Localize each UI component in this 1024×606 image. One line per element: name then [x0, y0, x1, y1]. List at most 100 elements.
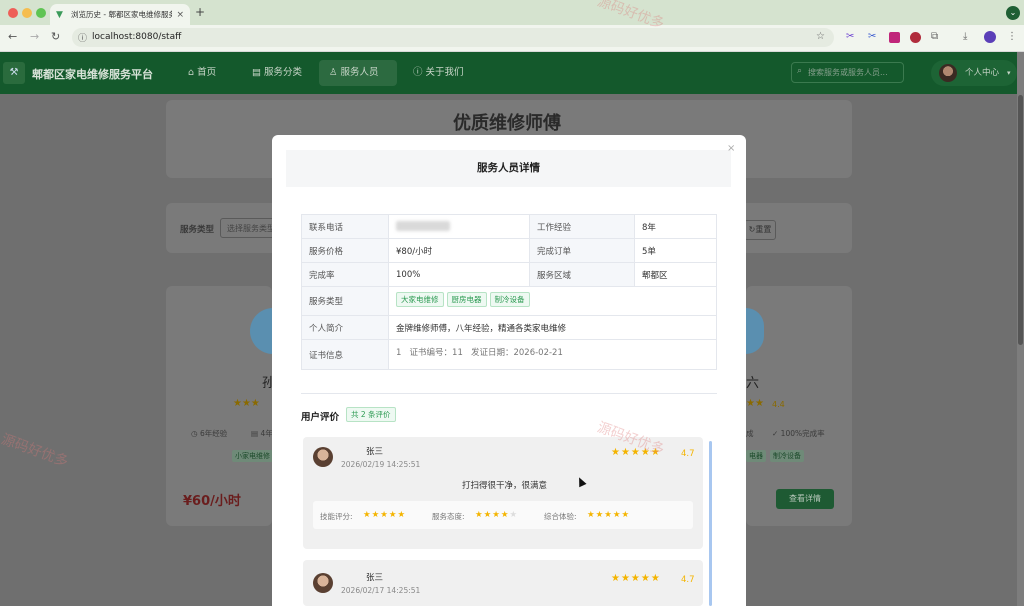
section-divider [301, 393, 717, 394]
search-input[interactable]: 搜索服务或服务人员... [791, 62, 904, 83]
review-time: 2026/02/19 14:25:51 [341, 460, 421, 469]
profile-avatar[interactable] [984, 31, 996, 43]
caret-down-icon: ▾ [1007, 69, 1011, 77]
category-icon: ▤ [252, 67, 264, 78]
extension-scissors-icon[interactable]: ✂ [846, 31, 854, 42]
review-rating-stars: ★★★★★ [611, 573, 661, 584]
price-label: 服务价格 [301, 238, 389, 263]
vue-favicon-icon: ▼ [56, 9, 63, 20]
staff-tag-right-2: 制冷设备 [770, 450, 804, 462]
reviewer-avatar [313, 573, 333, 593]
reviewer-avatar [313, 447, 333, 467]
service-type-tags: 大家电维修 厨房电器 制冷设备 [388, 286, 717, 316]
brand-title: 郫都区家电维修服务平台 [32, 68, 153, 81]
staff-rating-right: 4.4 [772, 400, 785, 409]
tab-close-icon[interactable]: × [176, 10, 184, 20]
staff-info-table: 联系电话 工作经验 8年 服务价格 ¥80/小时 完成订单 5单 完成率 100… [301, 214, 717, 370]
maximize-window-button[interactable] [36, 8, 46, 18]
address-bar[interactable] [72, 28, 834, 47]
skill-rating-label: 技能评分: [320, 512, 353, 521]
close-window-button[interactable] [8, 8, 18, 18]
staff-rate-partial-right: 成 [746, 429, 754, 438]
staff-rating-stars-right: ★★ [746, 398, 764, 409]
staff-orders-left: ▤ 4年 [251, 429, 273, 438]
rate-value: 100% [388, 262, 530, 287]
forward-arrow-icon[interactable]: → [30, 30, 39, 43]
user-menu[interactable]: 个人中心 ▾ [931, 60, 1017, 86]
review-score: 4.7 [681, 449, 695, 459]
review-score: 4.7 [681, 575, 695, 585]
staff-tag-left: 小家电维修 [232, 450, 273, 462]
service-tag: 厨房电器 [446, 292, 487, 307]
nav-home[interactable]: ⌂ 首页 [178, 60, 226, 86]
nav-about[interactable]: ⓘ 关于我们 [403, 60, 474, 86]
browser-tab[interactable]: ▼ 浏览历史 - 郫都区家电维修服务 × [50, 4, 190, 25]
tab-title: 浏览历史 - 郫都区家电维修服务 [71, 10, 173, 19]
staff-rate-right: ✓ 100%完成率 [772, 429, 825, 438]
user-menu-label: 个人中心 [965, 68, 1000, 78]
staff-price-left: ¥60/小时 [183, 494, 241, 509]
check-circle-icon: ✓ [772, 429, 781, 438]
staff-rating-stars-left: ★★★ [233, 398, 260, 409]
intro-value: 金牌维修师傅，八年经验，精通各类家电维修 [388, 315, 717, 340]
orders-value: 5单 [634, 238, 717, 263]
reload-icon[interactable]: ↻ [51, 30, 60, 43]
phone-value [388, 214, 530, 239]
downloads-icon[interactable]: ⤓ [963, 31, 967, 42]
overall-rating-label: 综合体验: [544, 512, 577, 521]
filter-select[interactable]: 选择服务类型 [220, 218, 280, 238]
service-tag: 大家电维修 [396, 292, 444, 307]
reset-button[interactable]: ↻重置 [744, 220, 776, 240]
cert-date: 发证日期：2026-02-21 [470, 348, 563, 358]
reviews-title: 用户评价 [301, 412, 340, 423]
staff-exp-left: ◷ 6年经验 [191, 429, 228, 438]
user-icon: ♙ [329, 67, 341, 78]
reviews-scrollbar[interactable] [709, 441, 712, 606]
reviewer-name: 张三 [366, 447, 384, 457]
clock-icon: ◷ [191, 429, 200, 438]
url-text: localhost:8080/staff [92, 32, 182, 42]
area-label: 服务区域 [529, 262, 635, 287]
filter-label: 服务类型 [180, 225, 215, 235]
user-avatar [939, 64, 957, 82]
reviewer-name: 张三 [366, 573, 384, 583]
back-arrow-icon[interactable]: ← [8, 30, 17, 43]
view-detail-button[interactable]: 查看详情 [776, 489, 834, 509]
new-tab-button[interactable]: + [195, 5, 205, 19]
review-content: 打扫得很干净，很满意 [462, 481, 548, 491]
phone-blurred [396, 221, 450, 232]
site-info-icon[interactable]: ⓘ [78, 31, 87, 44]
extension-camera-icon[interactable] [910, 32, 921, 43]
reviews-count-badge: 共 2 条评价 [346, 407, 396, 422]
extension-download-icon[interactable] [889, 32, 900, 43]
minimize-window-button[interactable] [22, 8, 32, 18]
info-icon: ⓘ [413, 67, 426, 78]
experience-label: 工作经验 [529, 214, 635, 239]
bookmark-star-icon[interactable]: ☆ [816, 31, 825, 42]
intro-label: 个人简介 [301, 315, 389, 340]
dialog-title: 服务人员详情 [286, 150, 731, 187]
page-scrollbar-thumb[interactable] [1018, 95, 1023, 345]
home-icon: ⌂ [188, 67, 198, 78]
cert-value: 1 证书编号：11 发证日期：2026-02-21 [388, 339, 717, 370]
nav-service-staff[interactable]: ♙ 服务人员 [319, 60, 397, 86]
browser-menu-icon[interactable]: ⋮ [1007, 31, 1017, 42]
tab-search-chevron-icon[interactable]: ⌄ [1006, 6, 1020, 20]
nav-service-category[interactable]: ▤ 服务分类 [242, 60, 312, 86]
cert-index: 1 [396, 348, 402, 358]
service-tag: 制冷设备 [489, 292, 530, 307]
staff-name-right: 六 [746, 376, 760, 391]
area-value: 郫都区 [634, 262, 717, 287]
rate-label: 完成率 [301, 262, 389, 287]
orders-label: 完成订单 [529, 238, 635, 263]
cert-number: 证书编号：11 [409, 348, 463, 358]
overall-rating-stars: ★★★★★ [587, 510, 631, 520]
app-logo-icon[interactable]: ⚒ [3, 62, 25, 84]
search-icon: ⌕ [797, 66, 803, 76]
review-time: 2026/02/17 14:25:51 [341, 586, 421, 595]
attitude-rating-label: 服务态度: [432, 512, 465, 521]
dialog-close-icon[interactable]: × [727, 143, 735, 154]
extensions-puzzle-icon[interactable]: ⧉ [931, 31, 938, 42]
cert-label: 证书信息 [301, 339, 389, 370]
extension-cut-icon[interactable]: ✂ [868, 31, 876, 42]
